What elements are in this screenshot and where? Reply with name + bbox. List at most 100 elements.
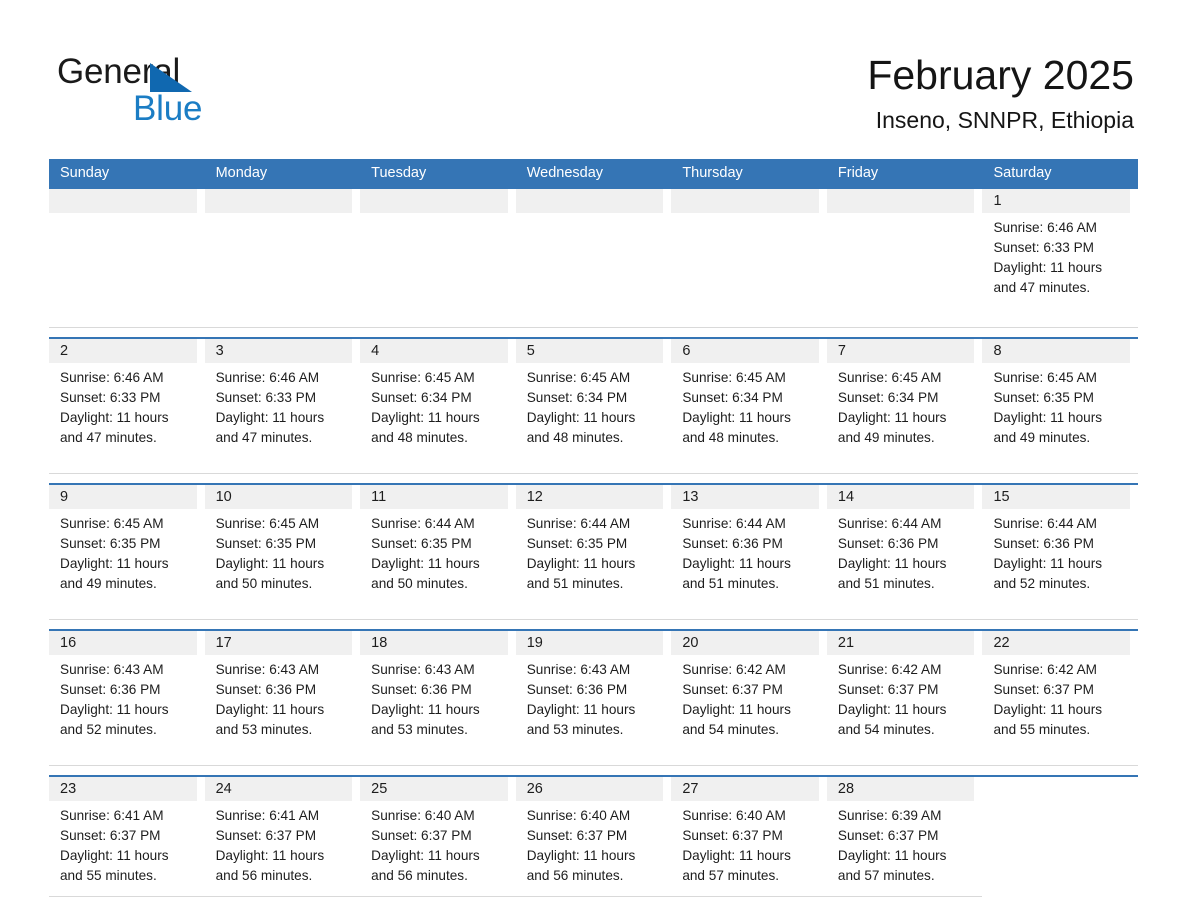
calendar-cell-day-10[interactable]: 10 Sunrise: 6:45 AM Sunset: 6:35 PM Dayligh…: [204, 485, 361, 620]
calendar-cell-day-1[interactable]: 1 Sunrise: 6:46 AM Sunset: 6:33 PM Daylight…: [982, 189, 1139, 328]
calendar-cell-empty: [671, 189, 827, 328]
daylight-text-line2: and 54 minutes.: [682, 722, 780, 737]
sunset-text: Sunset: 6:36 PM: [837, 536, 939, 551]
calendar-cell-day-11[interactable]: 11 Sunrise: 6:44 AM Sunset: 6:35 PM Dayligh…: [360, 485, 516, 620]
daylight-text-line2: and 52 minutes.: [993, 576, 1091, 591]
calendar-cell-day-28[interactable]: 28 Sunrise: 6:39 AM Sunset: 6:37 PM Dayligh…: [826, 777, 983, 897]
calendar-cell-day-3[interactable]: 3 Sunrise: 6:46 AM Sunset: 6:33 PM Daylight…: [204, 339, 361, 474]
weekday-header-wednesday: Wednesday: [526, 165, 604, 181]
logo-text-blue: Blue: [133, 89, 203, 128]
day-details: Sunrise: 6:45 AM Sunset: 6:35 PM Daylight:…: [982, 363, 1130, 448]
calendar-cell-empty: [515, 189, 672, 328]
calendar-cell-day-23[interactable]: 23 Sunrise: 6:41 AM Sunset: 6:37 PM Dayligh…: [49, 777, 205, 897]
calendar-cell-day-9[interactable]: 9 Sunrise: 6:45 AM Sunset: 6:35 PM Daylight…: [49, 485, 205, 620]
sunset-text: Sunset: 6:33 PM: [60, 390, 161, 405]
sunrise-text: Sunrise: 6:45 AM: [60, 516, 164, 531]
day-number-band: 8: [982, 339, 1131, 363]
calendar-cell-day-15[interactable]: 15 Sunrise: 6:44 AM Sunset: 6:36 PM Dayligh…: [982, 485, 1139, 620]
calendar-cell-day-19[interactable]: 19 Sunrise: 6:43 AM Sunset: 6:36 PM Dayligh…: [515, 631, 672, 766]
calendar-cell-day-21[interactable]: 21 Sunrise: 6:42 AM Sunset: 6:37 PM Dayligh…: [826, 631, 983, 766]
day-number-band: [826, 189, 975, 213]
weekday-header-row: Sunday Monday Tuesday Wednesday Thursday Frid…: [49, 159, 1138, 187]
day-number: 15: [993, 489, 1010, 505]
daylight-text-line2: and 49 minutes.: [993, 430, 1091, 445]
day-number: 24: [215, 781, 232, 797]
day-number-band: 3: [204, 339, 353, 363]
daylight-text-line1: Daylight: 11 hours: [60, 410, 169, 425]
daylight-text-line2: and 47 minutes.: [60, 430, 157, 445]
day-details: Sunrise: 6:43 AM Sunset: 6:36 PM Daylight:…: [516, 655, 664, 740]
page-subtitle: Inseno, SNNPR, Ethiopia: [875, 107, 1134, 133]
day-number-band: 26: [515, 777, 664, 801]
calendar-cell-day-7[interactable]: 7 Sunrise: 6:45 AM Sunset: 6:34 PM Daylight…: [826, 339, 983, 474]
calendar-cell-day-14[interactable]: 14 Sunrise: 6:44 AM Sunset: 6:36 PM Dayligh…: [826, 485, 983, 620]
calendar-cell-day-25[interactable]: 25 Sunrise: 6:40 AM Sunset: 6:37 PM Dayligh…: [360, 777, 516, 897]
day-details: Sunrise: 6:40 AM Sunset: 6:37 PM Daylight:…: [671, 801, 819, 886]
daylight-text-line2: and 57 minutes.: [837, 868, 935, 883]
day-number: 1: [993, 193, 1002, 209]
day-details: Sunrise: 6:42 AM Sunset: 6:37 PM Daylight:…: [827, 655, 975, 740]
sunset-text: Sunset: 6:34 PM: [526, 390, 628, 405]
calendar-cell-day-20[interactable]: 20 Sunrise: 6:42 AM Sunset: 6:37 PM Dayligh…: [671, 631, 827, 766]
sunrise-text: Sunrise: 6:40 AM: [371, 808, 475, 823]
sunset-text: Sunset: 6:37 PM: [371, 828, 472, 843]
sunrise-text: Sunrise: 6:41 AM: [60, 808, 164, 823]
day-number: 3: [215, 343, 224, 359]
calendar-grid: Sunday Monday Tuesday Wednesday Thursday Frid…: [49, 159, 1139, 897]
calendar-cell-day-6[interactable]: 6 Sunrise: 6:45 AM Sunset: 6:34 PM Daylight…: [671, 339, 827, 474]
calendar-cell-day-27[interactable]: 27 Sunrise: 6:40 AM Sunset: 6:37 PM Dayligh…: [671, 777, 827, 897]
calendar-cell-day-4[interactable]: 4 Sunrise: 6:45 AM Sunset: 6:34 PM Daylight…: [360, 339, 516, 474]
sunrise-text: Sunrise: 6:44 AM: [993, 516, 1097, 531]
day-number-band: 5: [515, 339, 664, 363]
sunset-text: Sunset: 6:36 PM: [215, 682, 317, 697]
calendar-cell-day-2[interactable]: 2 Sunrise: 6:46 AM Sunset: 6:33 PM Daylight…: [49, 339, 205, 474]
calendar-cell-day-18[interactable]: 18 Sunrise: 6:43 AM Sunset: 6:36 PM Dayligh…: [360, 631, 516, 766]
day-number-band: [515, 189, 664, 213]
calendar-weeks: 1 Sunrise: 6:46 AM Sunset: 6:33 PM Daylight…: [49, 187, 1139, 897]
calendar-cell-day-13[interactable]: 13 Sunrise: 6:44 AM Sunset: 6:36 PM Dayligh…: [671, 485, 827, 620]
sunset-text: Sunset: 6:36 PM: [682, 536, 783, 551]
day-details: Sunrise: 6:41 AM Sunset: 6:37 PM Daylight:…: [49, 801, 197, 886]
calendar-cell-day-22[interactable]: 22 Sunrise: 6:42 AM Sunset: 6:37 PM Dayligh…: [982, 631, 1139, 766]
daylight-text-line1: Daylight: 11 hours: [526, 702, 636, 717]
day-number-band: 27: [671, 777, 819, 801]
day-number-band: 10: [204, 485, 353, 509]
day-number: 21: [837, 635, 855, 651]
day-number-band: 14: [826, 485, 975, 509]
sunrise-text: Sunrise: 6:45 AM: [371, 370, 475, 385]
daylight-text-line2: and 51 minutes.: [837, 576, 935, 591]
calendar-cell-day-5[interactable]: 5 Sunrise: 6:45 AM Sunset: 6:34 PM Daylight…: [515, 339, 672, 474]
calendar-cell-day-17[interactable]: 17 Sunrise: 6:43 AM Sunset: 6:36 PM Dayligh…: [204, 631, 361, 766]
sunset-text: Sunset: 6:34 PM: [682, 390, 783, 405]
daylight-text-line2: and 50 minutes.: [215, 576, 313, 591]
day-details: Sunrise: 6:45 AM Sunset: 6:35 PM Daylight:…: [205, 509, 353, 594]
calendar-cell-empty: [826, 189, 983, 328]
day-number-band: [49, 189, 197, 213]
calendar-cell-day-12[interactable]: 12 Sunrise: 6:44 AM Sunset: 6:35 PM Dayligh…: [515, 485, 672, 620]
sunset-text: Sunset: 6:33 PM: [993, 240, 1094, 255]
daylight-text-line2: and 51 minutes.: [526, 576, 624, 591]
calendar-cell-day-24[interactable]: 24 Sunrise: 6:41 AM Sunset: 6:37 PM Dayligh…: [204, 777, 361, 897]
calendar-cell-day-16[interactable]: 16 Sunrise: 6:43 AM Sunset: 6:36 PM Dayligh…: [49, 631, 205, 766]
calendar-cell-day-26[interactable]: 26 Sunrise: 6:40 AM Sunset: 6:37 PM Dayligh…: [515, 777, 672, 897]
day-details: Sunrise: 6:44 AM Sunset: 6:36 PM Daylight:…: [671, 509, 819, 594]
calendar-cell-day-8[interactable]: 8 Sunrise: 6:45 AM Sunset: 6:35 PM Daylight…: [982, 339, 1139, 474]
daylight-text-line1: Daylight: 11 hours: [837, 702, 947, 717]
day-number-band: 15: [982, 485, 1131, 509]
sunset-text: Sunset: 6:35 PM: [371, 536, 472, 551]
daylight-text-line1: Daylight: 11 hours: [993, 702, 1103, 717]
sunset-text: Sunset: 6:36 PM: [993, 536, 1094, 551]
day-details: Sunrise: 6:44 AM Sunset: 6:35 PM Daylight:…: [360, 509, 508, 594]
daylight-text-line2: and 48 minutes.: [526, 430, 624, 445]
day-details: Sunrise: 6:46 AM Sunset: 6:33 PM Daylight:…: [205, 363, 353, 448]
day-number: 17: [215, 635, 232, 651]
sunrise-text: Sunrise: 6:44 AM: [371, 516, 475, 531]
generalblue-logo[interactable]: General Blue: [57, 52, 357, 128]
daylight-text-line2: and 47 minutes.: [993, 280, 1091, 295]
sunset-text: Sunset: 6:35 PM: [215, 536, 317, 551]
day-number-band: 18: [360, 631, 508, 655]
day-number-band: 25: [360, 777, 508, 801]
day-details: Sunrise: 6:46 AM Sunset: 6:33 PM Daylight:…: [982, 213, 1130, 298]
day-details: Sunrise: 6:43 AM Sunset: 6:36 PM Daylight:…: [205, 655, 353, 740]
sunrise-text: Sunrise: 6:44 AM: [682, 516, 786, 531]
